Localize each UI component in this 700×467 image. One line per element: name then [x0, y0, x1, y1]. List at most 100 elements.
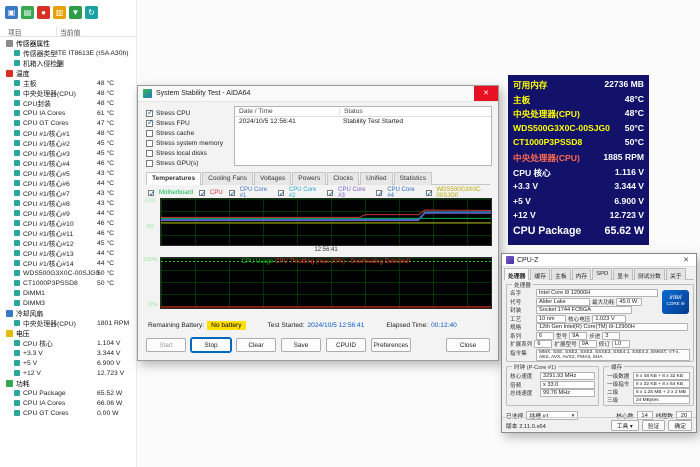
sensor-row[interactable]: 中央处理器(CPU) 1801 RPM — [0, 318, 136, 328]
sensor-row[interactable]: CPU IA Cores 61 °C — [0, 108, 136, 118]
cpuz-tab[interactable]: 缓存 — [530, 268, 550, 280]
graph-tab[interactable]: Clocks — [327, 172, 359, 185]
stress-option[interactable]: Stress local disks — [146, 148, 223, 158]
cpuz-tab[interactable]: 关于 — [666, 268, 686, 280]
sensor-row[interactable]: +3.3 V 3.344 V — [0, 348, 136, 358]
close-button[interactable]: Close — [446, 338, 490, 352]
sensor-row[interactable]: CPU #1/核心#11 46 °C — [0, 228, 136, 238]
sensor-row[interactable]: CPU #1/核心#13 44 °C — [0, 248, 136, 258]
sensor-row[interactable]: CPU GT Cores 47 °C — [0, 118, 136, 128]
legend-item[interactable]: CPU — [199, 190, 223, 196]
column-value[interactable]: 当前值 — [56, 27, 80, 37]
record-icon[interactable]: ● — [37, 6, 50, 19]
stability-button[interactable]: CPUID — [326, 338, 366, 352]
sensor-row[interactable]: WDS500G3X0C-00SJG0 50 °C — [0, 268, 136, 278]
legend-checkbox-icon[interactable] — [376, 190, 382, 196]
graph-tab[interactable]: Cooling Fans — [202, 172, 253, 185]
stress-option[interactable]: Stress CPU — [146, 108, 223, 118]
sensor-row[interactable]: CPU IA Cores 66.06 W — [0, 398, 136, 408]
legend-item[interactable]: Motherboard — [148, 190, 193, 196]
checkbox-icon[interactable] — [146, 150, 153, 157]
validate-button[interactable]: 验证 — [642, 420, 666, 431]
close-icon[interactable]: ✕ — [474, 86, 498, 101]
sensor-row[interactable]: CPU #1/核心#4 46 °C — [0, 158, 136, 168]
graph-tab[interactable]: Unified — [360, 172, 393, 185]
checkbox-icon[interactable] — [146, 110, 153, 117]
sensor-row[interactable]: CPU #1/核心#1 48 °C — [0, 128, 136, 138]
graph-tab[interactable]: Powers — [292, 172, 326, 185]
tree-group-header[interactable]: 冷却风扇 — [0, 308, 136, 318]
legend-checkbox-icon[interactable] — [148, 190, 154, 196]
sensor-row[interactable]: +12 V 12.723 V — [0, 368, 136, 378]
cpuz-tab[interactable]: 内存 — [572, 268, 592, 280]
tools-button[interactable]: 工具 ▾ — [611, 420, 639, 431]
sensor-row[interactable]: 传感器类型 ITE IT8613E (ISA A30h) — [0, 48, 136, 58]
stability-button[interactable]: Clear — [236, 338, 276, 352]
sensor-row[interactable]: CPU GT Cores 0.00 W — [0, 408, 136, 418]
sensor-row[interactable]: CPU Package 65.52 W — [0, 388, 136, 398]
title-bar[interactable]: System Stability Test - AIDA64 ✕ — [138, 86, 498, 102]
checkbox-icon[interactable] — [146, 130, 153, 137]
tree-group-header[interactable]: 功耗 — [0, 378, 136, 388]
tree-group-header[interactable]: 传感器属性 — [0, 38, 136, 48]
sensor-row[interactable]: 机箱入侵检测 是 — [0, 58, 136, 68]
computer-icon[interactable]: ▣ — [5, 6, 18, 19]
log-col-time[interactable]: Date / Time — [239, 108, 273, 115]
download-icon[interactable]: ▼ — [69, 6, 82, 19]
sensor-row[interactable]: +5 V 6.900 V — [0, 358, 136, 368]
cpuz-tab[interactable]: 测试分数 — [634, 268, 665, 280]
cpuz-tab[interactable]: SPD — [592, 268, 612, 280]
checkbox-icon[interactable] — [146, 120, 153, 127]
stress-option[interactable]: Stress cache — [146, 128, 223, 138]
report-icon[interactable]: ▥ — [53, 6, 66, 19]
sensor-row[interactable]: CPU #1/核心#7 43 °C — [0, 188, 136, 198]
legend-checkbox-icon[interactable] — [278, 190, 284, 196]
checkbox-icon[interactable] — [146, 140, 153, 147]
cpuz-tab[interactable]: 处理器 — [504, 268, 529, 280]
legend-checkbox-icon[interactable] — [229, 190, 235, 196]
close-icon[interactable]: ✕ — [680, 256, 692, 264]
refresh-icon[interactable]: ↻ — [85, 6, 98, 19]
cpuz-tab[interactable]: 主板 — [551, 268, 571, 280]
stress-option[interactable]: Stress system memory — [146, 138, 223, 148]
stability-button[interactable]: Start — [146, 338, 186, 352]
stability-button[interactable]: Stop — [191, 338, 231, 352]
title-bar[interactable]: CPU-Z ✕ — [502, 254, 696, 267]
sensor-row[interactable]: DIMM3 — [0, 298, 136, 308]
sensor-row[interactable]: CPU #1/核心#12 45 °C — [0, 238, 136, 248]
ok-button[interactable]: 确定 — [668, 420, 692, 431]
sensor-row[interactable]: CPU #1/核心#5 43 °C — [0, 168, 136, 178]
sensor-row[interactable]: CT1000P3PSSD8 50 °C — [0, 278, 136, 288]
tree-group-header[interactable]: 电压 — [0, 328, 136, 338]
log-row[interactable]: 2024/10/5 12:56:41 Stability Test Starte… — [235, 117, 491, 127]
stress-option[interactable]: Stress FPU — [146, 118, 223, 128]
test-log[interactable]: Date / Time Status 2024/10/5 12:56:41 St… — [234, 106, 492, 166]
column-item[interactable]: 项目 — [8, 27, 22, 37]
sensor-row[interactable]: CPU #1/核心#9 44 °C — [0, 208, 136, 218]
sensor-row[interactable]: CPU #1/核心#6 44 °C — [0, 178, 136, 188]
legend-checkbox-icon[interactable] — [426, 190, 432, 196]
legend-checkbox-icon[interactable] — [199, 190, 205, 196]
graph-tab[interactable]: Voltages — [254, 172, 291, 185]
sensor-row[interactable]: CPU #1/核心#10 46 °C — [0, 218, 136, 228]
graph-tab[interactable]: Temperatures — [146, 172, 201, 185]
stability-button[interactable]: Save — [281, 338, 321, 352]
stability-button[interactable]: Preferences — [371, 338, 411, 352]
legend-checkbox-icon[interactable] — [327, 190, 333, 196]
tree-group-header[interactable]: 温度 — [0, 68, 136, 78]
sensor-row[interactable]: 中央处理器(CPU) 48 °C — [0, 88, 136, 98]
sensor-row[interactable]: 主板 48 °C — [0, 78, 136, 88]
sensor-row[interactable]: CPU #1/核心#14 44 °C — [0, 258, 136, 268]
stress-option[interactable]: Stress GPU(s) — [146, 158, 223, 168]
cpuz-tab[interactable]: 显卡 — [613, 268, 633, 280]
sensor-row[interactable]: CPU #1/核心#2 45 °C — [0, 138, 136, 148]
checkbox-icon[interactable] — [146, 160, 153, 167]
sensor-row[interactable]: CPU #1/核心#8 43 °C — [0, 198, 136, 208]
sensor-row[interactable]: CPU封装 48 °C — [0, 98, 136, 108]
log-col-status[interactable]: Status — [339, 108, 363, 115]
sensor-row[interactable]: DIMM1 — [0, 288, 136, 298]
sensor-row[interactable]: CPU #1/核心#3 45 °C — [0, 148, 136, 158]
graph-tab[interactable]: Statistics — [394, 172, 432, 185]
sensor-row[interactable]: CPU 核心 1.104 V — [0, 338, 136, 348]
sensor-icon[interactable]: ▤ — [21, 6, 34, 19]
